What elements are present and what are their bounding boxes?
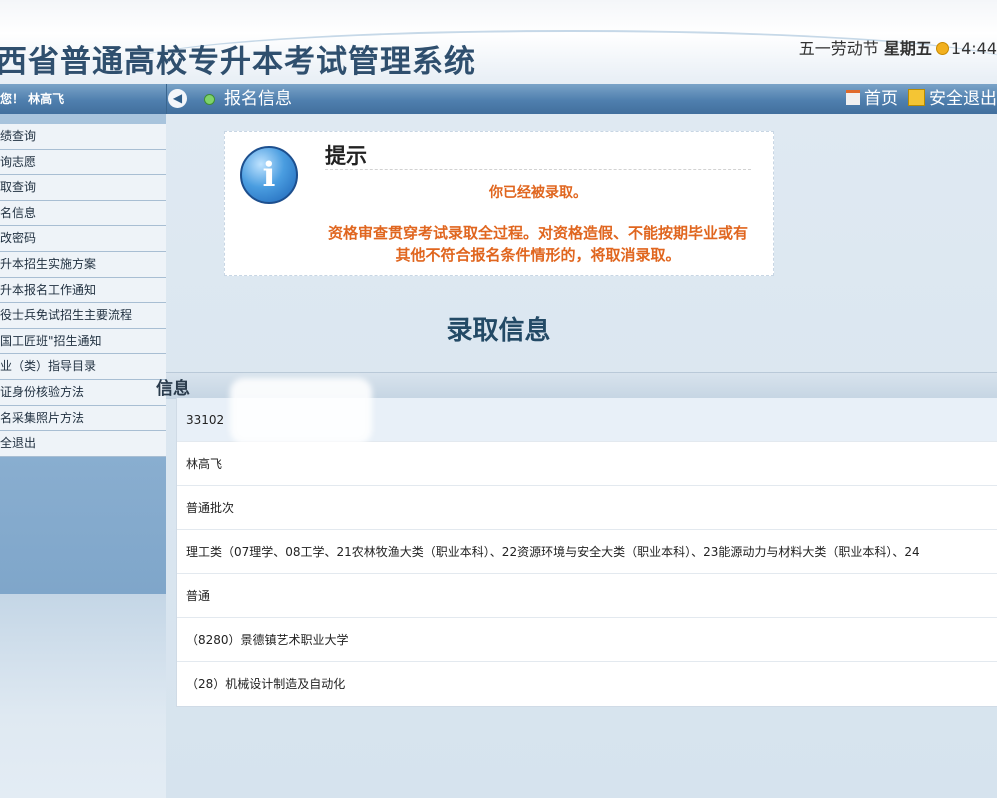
admission-message: 你已经被录取。 bbox=[489, 185, 587, 201]
sidebar-item-change-password[interactable]: 改密码 bbox=[0, 226, 166, 252]
redaction-blur bbox=[230, 378, 372, 444]
top-navigation-bar: 您！ 林高飞 ◀ 报名信息 首页 安全退出 bbox=[0, 84, 997, 114]
breadcrumb-home-icon bbox=[204, 94, 215, 105]
table-row: 普通批次 bbox=[177, 486, 997, 530]
sidebar-item-choice-query[interactable]: 询志愿 bbox=[0, 150, 166, 176]
date-display: 五一劳动节 星期五 14:44 bbox=[799, 35, 997, 59]
notice-panel: i 提示 你已经被录取。 资格审查贯穿考试录取全过程。对资格造假、不能按期毕业或… bbox=[224, 131, 774, 276]
sidebar-item-photo-method[interactable]: 名采集照片方法 bbox=[0, 406, 166, 432]
table-row: 普通 bbox=[177, 574, 997, 618]
admission-info-table: 33102 林高飞 普通批次 理工类（07理学、08工学、21农林牧渔大类（职业… bbox=[176, 398, 997, 707]
sidebar-menu: 绩查询 询志愿 取查询 名信息 改密码 升本招生实施方案 升本报名工作通知 役士… bbox=[0, 124, 166, 457]
sidebar-item-veteran-process[interactable]: 役士兵免试招生主要流程 bbox=[0, 303, 166, 329]
info-section-title: 信息 bbox=[156, 379, 190, 399]
sidebar: 绩查询 询志愿 取查询 名信息 改密码 升本招生实施方案 升本报名工作通知 役士… bbox=[0, 114, 167, 594]
table-row: 林高飞 bbox=[177, 442, 997, 486]
table-row: 理工类（07理学、08工学、21农林牧渔大类（职业本科）、22资源环境与安全大类… bbox=[177, 530, 997, 574]
app-title: 西省普通高校专升本考试管理系统 bbox=[0, 44, 476, 80]
logout-link[interactable]: 安全退出 bbox=[929, 89, 997, 109]
holiday-label: 五一劳动节 bbox=[798, 39, 879, 58]
home-link[interactable]: 首页 bbox=[864, 89, 898, 109]
info-icon: i bbox=[240, 146, 298, 204]
qualification-warning: 资格审查贯穿考试录取全过程。对资格造假、不能按期毕业或有其他不符合报名条件情形的… bbox=[327, 224, 748, 264]
table-row: （28）机械设计制造及自动化 bbox=[186, 677, 346, 691]
sidebar-item-id-verification[interactable]: 证身份核验方法 bbox=[0, 380, 166, 406]
notice-title: 提示 bbox=[325, 144, 367, 168]
sidebar-item-registration-notice[interactable]: 升本报名工作通知 bbox=[0, 278, 166, 304]
user-greeting: 您！ 林高飞 bbox=[0, 84, 167, 114]
clock-icon bbox=[935, 42, 949, 55]
back-button[interactable]: ◀ bbox=[168, 89, 187, 108]
time-label: 14:44 bbox=[950, 39, 997, 58]
chevron-left-icon: ◀ bbox=[172, 91, 183, 105]
home-icon[interactable] bbox=[846, 90, 860, 105]
sidebar-item-admission-query[interactable]: 取查询 bbox=[0, 175, 166, 201]
sidebar-item-logout[interactable]: 全退出 bbox=[0, 431, 166, 457]
sidebar-footer bbox=[0, 594, 166, 798]
weekday-label: 星期五 bbox=[883, 39, 932, 58]
sidebar-item-craftsman-notice[interactable]: 国工匠班"招生通知 bbox=[0, 329, 166, 355]
table-row: （8280）景德镇艺术职业大学 bbox=[177, 618, 997, 662]
breadcrumb: 报名信息 bbox=[224, 89, 292, 109]
sidebar-item-major-catalog[interactable]: 业（类）指导目录 bbox=[0, 354, 166, 380]
top-links: 首页 安全退出 bbox=[846, 84, 997, 114]
app-header: 西省普通高校专升本考试管理系统 五一劳动节 星期五 14:44 bbox=[0, 0, 997, 84]
sidebar-item-score-query[interactable]: 绩查询 bbox=[0, 124, 166, 150]
page-title: 录取信息 bbox=[446, 316, 551, 346]
sidebar-item-registration-info[interactable]: 名信息 bbox=[0, 201, 166, 227]
divider bbox=[325, 169, 751, 170]
sidebar-item-admission-plan[interactable]: 升本招生实施方案 bbox=[0, 252, 166, 278]
logout-icon[interactable] bbox=[908, 89, 925, 106]
